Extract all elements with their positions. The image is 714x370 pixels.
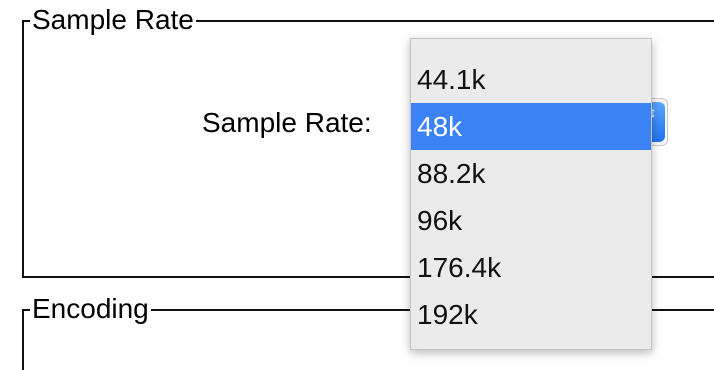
group-border-left <box>22 309 24 370</box>
menu-item-88-2k[interactable]: 88.2k <box>411 150 651 197</box>
group-border-left <box>22 20 24 278</box>
menu-item-44-1k[interactable]: 44.1k <box>411 56 651 103</box>
sample-rate-label: Sample Rate: <box>202 107 372 138</box>
menu-item-192k[interactable]: 192k <box>411 291 651 338</box>
group-title: Encoding <box>30 292 151 326</box>
menu-item-96k[interactable]: 96k <box>411 197 651 244</box>
menu-item-48k[interactable]: 48k <box>411 103 651 150</box>
group-title: Sample Rate <box>30 3 196 37</box>
menu-item-176-4k[interactable]: 176.4k <box>411 244 651 291</box>
sample-rate-popup-menu: 44.1k 48k 88.2k 96k 176.4k 192k <box>410 38 652 350</box>
